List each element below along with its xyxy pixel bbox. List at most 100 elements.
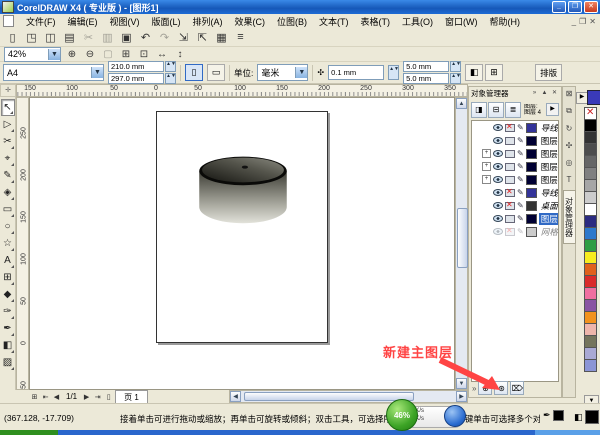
- menu-table[interactable]: 表格(T): [355, 15, 397, 28]
- printer-icon[interactable]: [505, 149, 515, 158]
- edit-pencil-icon[interactable]: ✎: [517, 214, 524, 223]
- new-layer-button[interactable]: ⊕: [478, 381, 493, 395]
- menu-edit[interactable]: 编辑(E): [62, 15, 104, 28]
- docker-flyout-button[interactable]: »: [530, 89, 539, 98]
- paper-preset-combo[interactable]: A4 ▼: [3, 64, 104, 81]
- tree-row[interactable]: ✎ 导线: [472, 121, 558, 134]
- shape-tool[interactable]: ▷: [1, 116, 15, 133]
- new-button[interactable]: ▯: [4, 29, 21, 45]
- open-button[interactable]: ◳: [23, 29, 40, 45]
- ellipse-tool[interactable]: ○: [1, 218, 15, 235]
- visibility-eye-icon[interactable]: [493, 215, 503, 222]
- scroll-down-button[interactable]: ▼: [456, 378, 467, 389]
- edit-pencil-icon[interactable]: ✎: [517, 175, 524, 184]
- layout-toolbar-button[interactable]: 排版: [535, 64, 563, 81]
- app-launcher-button[interactable]: ▦: [213, 29, 230, 45]
- text-format-docker-icon[interactable]: T: [567, 175, 572, 184]
- minimize-button[interactable]: _: [552, 1, 566, 13]
- cut-button[interactable]: ✂: [80, 29, 97, 45]
- tree-expander[interactable]: +: [482, 149, 491, 158]
- text-tool[interactable]: A: [1, 252, 15, 269]
- edit-pencil-icon[interactable]: ✎: [517, 227, 524, 236]
- redo-button[interactable]: ↷: [156, 29, 173, 45]
- printer-icon[interactable]: [505, 162, 515, 171]
- mdi-restore-button[interactable]: ❐: [579, 17, 586, 26]
- print-button[interactable]: ▤: [61, 29, 78, 45]
- menu-arrange[interactable]: 排列(A): [187, 15, 229, 28]
- printer-icon[interactable]: [505, 187, 515, 197]
- mdi-close-button[interactable]: ✕: [589, 17, 596, 26]
- zoom-in-button[interactable]: ⊕: [64, 48, 80, 61]
- pick-tool[interactable]: ↖: [0, 99, 15, 116]
- layer-label[interactable]: 导线: [539, 187, 558, 199]
- restore-button[interactable]: ❐: [568, 1, 582, 13]
- next-page-button[interactable]: ▶: [81, 391, 92, 402]
- delete-layer-button[interactable]: ⌦: [510, 381, 525, 395]
- visibility-eye-icon[interactable]: [493, 124, 503, 131]
- visibility-eye-icon[interactable]: [493, 176, 503, 183]
- vertical-scroll-thumb[interactable]: [457, 208, 468, 268]
- freehand-tool[interactable]: ✎: [1, 167, 15, 184]
- scroll-up-button[interactable]: ▲: [456, 98, 467, 109]
- layer-label[interactable]: 图层 1: [539, 148, 558, 160]
- tree-row[interactable]: ✎ 网格: [472, 225, 558, 238]
- menu-view[interactable]: 视图(V): [104, 15, 146, 28]
- edit-pencil-icon[interactable]: ✎: [517, 123, 524, 132]
- layer-color-swatch[interactable]: [525, 122, 537, 133]
- menu-window[interactable]: 窗口(W): [439, 15, 484, 28]
- edit-pencil-icon[interactable]: ✎: [517, 136, 524, 145]
- chevron-down-icon[interactable]: ▼: [295, 67, 308, 78]
- layer-color-swatch[interactable]: [525, 161, 537, 172]
- visibility-eye-icon[interactable]: [493, 202, 503, 209]
- printer-icon[interactable]: [505, 122, 515, 132]
- palette-swatch[interactable]: [584, 359, 597, 372]
- edit-across-layers-button[interactable]: ⊟: [488, 101, 504, 118]
- zoom-page-button[interactable]: ⊡: [136, 48, 152, 61]
- landscape-button[interactable]: ▭: [207, 64, 225, 81]
- options-button[interactable]: ≡: [232, 29, 249, 45]
- zoom-selected-button[interactable]: ▢: [100, 48, 116, 61]
- interactive-blend-tool[interactable]: ◆: [1, 286, 15, 303]
- edit-pencil-icon[interactable]: ✎: [517, 162, 524, 171]
- palette-top-swatch[interactable]: [587, 90, 600, 105]
- zoom-all-button[interactable]: ⊞: [118, 48, 134, 61]
- progress-ball[interactable]: 46%: [386, 399, 418, 431]
- paper-width-stepper[interactable]: ▲▼: [165, 61, 176, 72]
- edit-pencil-icon[interactable]: ✎: [517, 201, 524, 210]
- undo-button[interactable]: ↶: [137, 29, 154, 45]
- page-menu-button[interactable]: ▯: [103, 391, 114, 402]
- snap-button[interactable]: ◧: [465, 64, 484, 81]
- close-button[interactable]: ✕: [584, 1, 598, 13]
- layer-color-swatch[interactable]: [525, 148, 537, 159]
- tree-row[interactable]: ✎ 图层 3: [472, 134, 558, 147]
- edit-pencil-icon[interactable]: ✎: [517, 149, 524, 158]
- visibility-eye-icon[interactable]: [493, 189, 503, 196]
- layer-color-swatch[interactable]: [525, 200, 537, 211]
- document-page[interactable]: [156, 111, 328, 343]
- object-manager-tab[interactable]: 对象管理器: [562, 190, 576, 244]
- layer-color-swatch[interactable]: [525, 226, 537, 237]
- show-object-properties-button[interactable]: ◨: [471, 101, 487, 118]
- layer-label[interactable]: 桌面: [539, 200, 558, 212]
- units-combo[interactable]: 毫米 ▼: [257, 64, 309, 81]
- edit-pencil-icon[interactable]: ✎: [517, 188, 524, 197]
- docker-collapse-button[interactable]: ▲: [540, 89, 549, 98]
- scroll-left-button[interactable]: ◀: [230, 391, 241, 402]
- visibility-eye-icon[interactable]: [493, 150, 503, 157]
- transform-docker-icon[interactable]: ⧉: [566, 106, 572, 116]
- polygon-tool[interactable]: ☆: [1, 235, 15, 252]
- tree-expander[interactable]: +: [482, 175, 491, 184]
- table-tool[interactable]: ⊞: [1, 269, 15, 286]
- portrait-button[interactable]: ▯: [185, 64, 203, 81]
- printer-icon[interactable]: [505, 200, 515, 210]
- paper-height-field[interactable]: 297.0 mm: [108, 73, 164, 84]
- close-tab-icon[interactable]: ⊠: [566, 89, 573, 98]
- nudge-stepper[interactable]: ▲▼: [388, 65, 400, 80]
- crop-tool[interactable]: ✂: [1, 133, 15, 150]
- zoom-width-button[interactable]: ↔: [154, 48, 170, 61]
- duplicate-x-field[interactable]: 5.0 mm: [403, 61, 450, 72]
- layer-color-swatch[interactable]: [525, 174, 537, 185]
- zoom-height-button[interactable]: ↕: [172, 48, 188, 61]
- layer-label[interactable]: 图层 3: [539, 135, 558, 147]
- layer-color-swatch[interactable]: [525, 135, 537, 146]
